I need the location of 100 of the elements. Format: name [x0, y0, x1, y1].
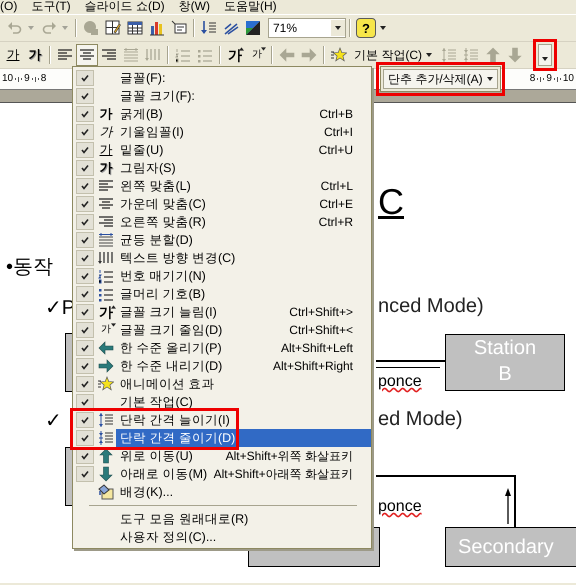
menu-item[interactable]: 위로 이동(U) Alt+Shift+위쪽 화살표키 [73, 447, 371, 465]
menu-item[interactable]: 사용자 정의(C)... [73, 528, 216, 546]
ruler-label: 10 [2, 74, 14, 84]
down-arrow-icon [98, 466, 114, 482]
menu[interactable]: 도구(T) [31, 0, 71, 12]
toolbar-button[interactable]: 가 [2, 44, 24, 66]
slide-icon [171, 20, 187, 36]
shortcut-text: Alt+Shift+아래쪽 화살표키 [214, 466, 353, 482]
bullet-text: •동작 [6, 255, 54, 280]
menu-item[interactable]: 오른쪽 맞춤(R) Ctrl+R [73, 213, 371, 231]
line-spacing-decrease-icon [463, 47, 479, 63]
menu-item[interactable]: 한 수준 올리기(P) Alt+Shift+Left [73, 339, 371, 357]
shortcut-text: Ctrl+Shift+> [289, 305, 353, 319]
checkbox[interactable] [76, 322, 94, 338]
star-icon [331, 47, 347, 63]
bar-chart-icon [149, 20, 165, 36]
menu-item[interactable]: 기본 작업(C) [73, 393, 193, 411]
checkbox[interactable] [76, 232, 94, 248]
more-buttons-button[interactable] [538, 44, 552, 66]
redo-icon [41, 20, 57, 36]
menu-item[interactable]: 가 글꼴 크기 줄임(D) Ctrl+Shift+< [73, 321, 371, 339]
menu[interactable]: 창(W) [178, 0, 210, 12]
toolbar-button[interactable]: 가 [224, 44, 246, 66]
body-text: nced Mode) [378, 295, 484, 318]
menu-item[interactable]: 가 밑줄(U) Ctrl+U [73, 141, 371, 159]
menu-item[interactable]: 균등 분할(D) [73, 231, 193, 249]
toolbar-button[interactable] [76, 44, 98, 66]
checkbox[interactable] [76, 70, 94, 86]
caret-icon [486, 77, 493, 81]
numbered-list-icon [175, 47, 191, 63]
checkbox[interactable] [76, 304, 94, 320]
help-button[interactable]: ? [356, 18, 376, 38]
left-arrow-icon [279, 47, 295, 63]
line-spacing-increase-icon [441, 47, 457, 63]
checkbox[interactable] [76, 160, 94, 176]
shortcut-text: Alt+Shift+Left [280, 341, 353, 355]
menu-item[interactable]: 텍스트 방향 변경(C) [73, 249, 236, 267]
checkbox[interactable] [76, 124, 94, 140]
checkbox[interactable] [76, 214, 94, 230]
numbered-list-icon [98, 268, 114, 284]
checkbox[interactable] [76, 88, 94, 104]
checkbox[interactable] [76, 340, 94, 356]
line-spacing-decrease-icon [98, 430, 114, 446]
menu-item[interactable]: 배경(K)... [73, 483, 174, 501]
menu-item[interactable]: 왼쪽 맞춤(L) Ctrl+L [73, 177, 371, 195]
vertical-text-icon [145, 47, 161, 63]
vertical-text-icon [98, 250, 114, 266]
checklist-text: ✓ [45, 409, 62, 433]
menu-item[interactable]: 한 수준 내리기(D) Alt+Shift+Right [73, 357, 371, 375]
add-remove-buttons-item[interactable]: 단추 추가/삭제(A) [383, 69, 498, 89]
menu-item[interactable]: 가운데 맞춤(C) Ctrl+E [73, 195, 371, 213]
menu[interactable]: (O) [0, 0, 18, 12]
shortcut-text: Alt+Shift+위쪽 화살표키 [226, 448, 353, 464]
checkbox[interactable] [76, 178, 94, 194]
task-dropdown[interactable]: 기본 작업(C) [350, 44, 438, 66]
ruler-label: 9 [546, 74, 552, 84]
checkbox[interactable] [76, 466, 94, 482]
ruler-label: 10 [562, 74, 574, 84]
caret-icon [62, 26, 68, 30]
menu[interactable]: 슬라이드 쇼(D) [84, 0, 165, 12]
menu-item[interactable]: 글꼴(F): [73, 69, 166, 87]
shortcut-text: Ctrl+E [319, 197, 353, 211]
zoom-field[interactable]: 71% [268, 18, 346, 38]
checkbox[interactable] [76, 106, 94, 122]
font-style-glyph: 가 [100, 143, 112, 157]
menu[interactable]: 도움말(H) [224, 0, 277, 12]
caret-icon [111, 323, 116, 327]
menu-item[interactable]: 글머리 기호(B) [73, 285, 206, 303]
font-style-glyph: 가 [100, 107, 112, 121]
globe-icon [83, 20, 99, 36]
checkbox[interactable] [76, 142, 94, 158]
menu-item[interactable]: 단락 간격 늘이기(I) [73, 411, 230, 429]
caret-icon [542, 57, 548, 61]
slide-title: C [378, 183, 404, 221]
menu-item[interactable]: 글꼴 크기(F): [73, 87, 195, 105]
checkbox[interactable] [76, 268, 94, 284]
shortcut-text: Alt+Shift+Right [272, 359, 353, 373]
checkbox[interactable] [76, 196, 94, 212]
checkbox[interactable] [76, 412, 94, 428]
menu-item[interactable]: 가 글꼴 크기 늘림(I) Ctrl+Shift+> [73, 303, 371, 321]
checkbox[interactable] [76, 286, 94, 302]
body-text: ed Mode) [378, 408, 462, 431]
menu-item[interactable]: 가 그림자(S) [73, 159, 176, 177]
caret-up-icon [111, 305, 116, 309]
menu-item[interactable]: 번호 매기기(N) [73, 267, 206, 285]
toolbar-button[interactable]: 가 [246, 44, 268, 66]
menu-item[interactable]: 도구 모음 원래대로(R) [73, 510, 248, 528]
star-icon [98, 376, 114, 392]
menu-item[interactable]: 단락 간격 줄이기(D) [73, 429, 371, 447]
list-arrow-icon [201, 20, 217, 36]
menu-item[interactable]: 가 기울임꼴(I) Ctrl+I [73, 123, 371, 141]
checkbox[interactable] [76, 376, 94, 392]
menu-item[interactable]: 애니메이션 효과 [73, 375, 214, 393]
checkbox[interactable] [76, 430, 94, 446]
menu-item[interactable]: 아래로 이동(M) Alt+Shift+아래쪽 화살표키 [73, 465, 371, 483]
checkbox[interactable] [76, 358, 94, 374]
menu-item[interactable]: 가 굵게(B) Ctrl+B [73, 105, 371, 123]
checkbox[interactable] [76, 250, 94, 266]
toolbar-button[interactable]: 가 [24, 44, 46, 66]
connector-line [376, 360, 445, 362]
